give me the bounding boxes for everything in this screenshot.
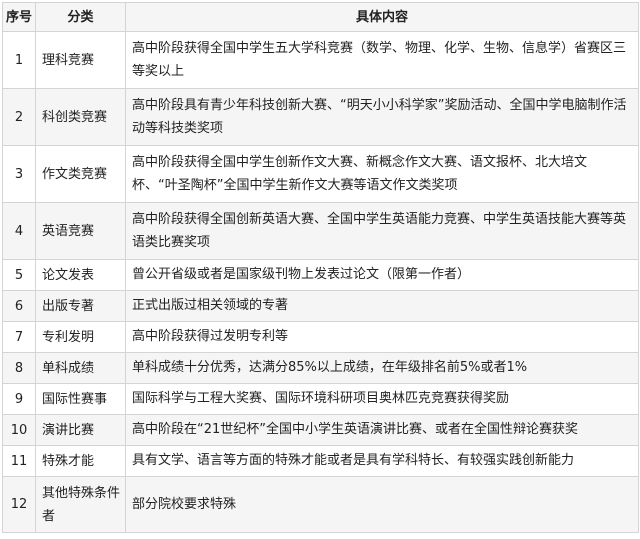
row-category: 特殊才能 — [35, 445, 126, 477]
row-content: 具有文学、语言等方面的特殊才能或者是具有学科特长、有较强实践创新能力 — [125, 445, 639, 477]
row-content: 曾公开省级或者是国家级刊物上发表过论文（限第一作者） — [125, 259, 639, 291]
row-content: 高中阶段获得全国中学生创新作文大赛、新概念作文大赛、语文报杯、北大培文杯、“叶圣… — [125, 145, 639, 203]
table-row: 7 专利发明 高中阶段获得过发明专利等 — [2, 321, 639, 353]
row-no: 10 — [2, 414, 36, 446]
row-category: 其他特殊条件者 — [35, 476, 126, 533]
row-no: 5 — [2, 259, 36, 291]
row-content: 单科成绩十分优秀，达满分85%以上成绩，在年级排名前5%或者1% — [125, 352, 639, 384]
row-category: 理科竞赛 — [35, 31, 126, 89]
row-category: 专利发明 — [35, 321, 126, 353]
row-category: 单科成绩 — [35, 352, 126, 384]
row-no: 3 — [2, 145, 36, 203]
row-content: 高中阶段具有青少年科技创新大赛、“明天小小科学家”奖励活动、全国中学电脑制作活动… — [125, 88, 639, 146]
table-row: 4 英语竞赛 高中阶段获得全国创新英语大赛、全国中学生英语能力竞赛、中学生英语技… — [2, 202, 639, 260]
row-no: 7 — [2, 321, 36, 353]
row-category: 国际性赛事 — [35, 383, 126, 415]
row-category: 论文发表 — [35, 259, 126, 291]
row-content: 国际科学与工程大奖赛、国际环境科研项目奥林匹克竞赛获得奖励 — [125, 383, 639, 415]
table-row: 12 其他特殊条件者 部分院校要求特殊 — [2, 476, 639, 533]
row-category: 科创类竞赛 — [35, 88, 126, 146]
row-no: 6 — [2, 290, 36, 322]
row-content: 高中阶段获得全国创新英语大赛、全国中学生英语能力竞赛、中学生英语技能大赛等英语类… — [125, 202, 639, 260]
table-row: 1 理科竞赛 高中阶段获得全国中学生五大学科竞赛（数学、物理、化学、生物、信息学… — [2, 31, 639, 89]
table-row: 5 论文发表 曾公开省级或者是国家级刊物上发表过论文（限第一作者） — [2, 259, 639, 291]
row-no: 8 — [2, 352, 36, 384]
table-row: 3 作文类竞赛 高中阶段获得全国中学生创新作文大赛、新概念作文大赛、语文报杯、北… — [2, 145, 639, 203]
table-row: 2 科创类竞赛 高中阶段具有青少年科技创新大赛、“明天小小科学家”奖励活动、全国… — [2, 88, 639, 146]
table-header-row: 序号 分类 具体内容 — [2, 2, 639, 32]
table-row: 11 特殊才能 具有文学、语言等方面的特殊才能或者是具有学科特长、有较强实践创新… — [2, 445, 639, 477]
row-content: 高中阶段获得过发明专利等 — [125, 321, 639, 353]
row-no: 11 — [2, 445, 36, 477]
header-content: 具体内容 — [125, 2, 639, 32]
row-category: 演讲比赛 — [35, 414, 126, 446]
row-category: 出版专著 — [35, 290, 126, 322]
row-content: 高中阶段在“21世纪杯”全国中小学生英语演讲比赛、或者在全国性辩论赛获奖 — [125, 414, 639, 446]
row-category: 英语竞赛 — [35, 202, 126, 260]
table-row: 9 国际性赛事 国际科学与工程大奖赛、国际环境科研项目奥林匹克竞赛获得奖励 — [2, 383, 639, 415]
row-content: 正式出版过相关领域的专著 — [125, 290, 639, 322]
row-no: 4 — [2, 202, 36, 260]
row-content: 高中阶段获得全国中学生五大学科竞赛（数学、物理、化学、生物、信息学）省赛区三等奖… — [125, 31, 639, 89]
header-no: 序号 — [2, 2, 36, 32]
header-category: 分类 — [35, 2, 126, 32]
row-no: 9 — [2, 383, 36, 415]
row-no: 2 — [2, 88, 36, 146]
row-content: 部分院校要求特殊 — [125, 476, 639, 533]
row-category: 作文类竞赛 — [35, 145, 126, 203]
row-no: 1 — [2, 31, 36, 89]
admission-criteria-table-wrapper: 序号 分类 具体内容 1 理科竞赛 高中阶段获得全国中学生五大学科竞赛（数学、物… — [2, 2, 639, 533]
table-row: 10 演讲比赛 高中阶段在“21世纪杯”全国中小学生英语演讲比赛、或者在全国性辩… — [2, 414, 639, 446]
table-row: 8 单科成绩 单科成绩十分优秀，达满分85%以上成绩，在年级排名前5%或者1% — [2, 352, 639, 384]
table-row: 6 出版专著 正式出版过相关领域的专著 — [2, 290, 639, 322]
admission-criteria-table: 序号 分类 具体内容 1 理科竞赛 高中阶段获得全国中学生五大学科竞赛（数学、物… — [2, 2, 639, 533]
row-no: 12 — [2, 476, 36, 533]
